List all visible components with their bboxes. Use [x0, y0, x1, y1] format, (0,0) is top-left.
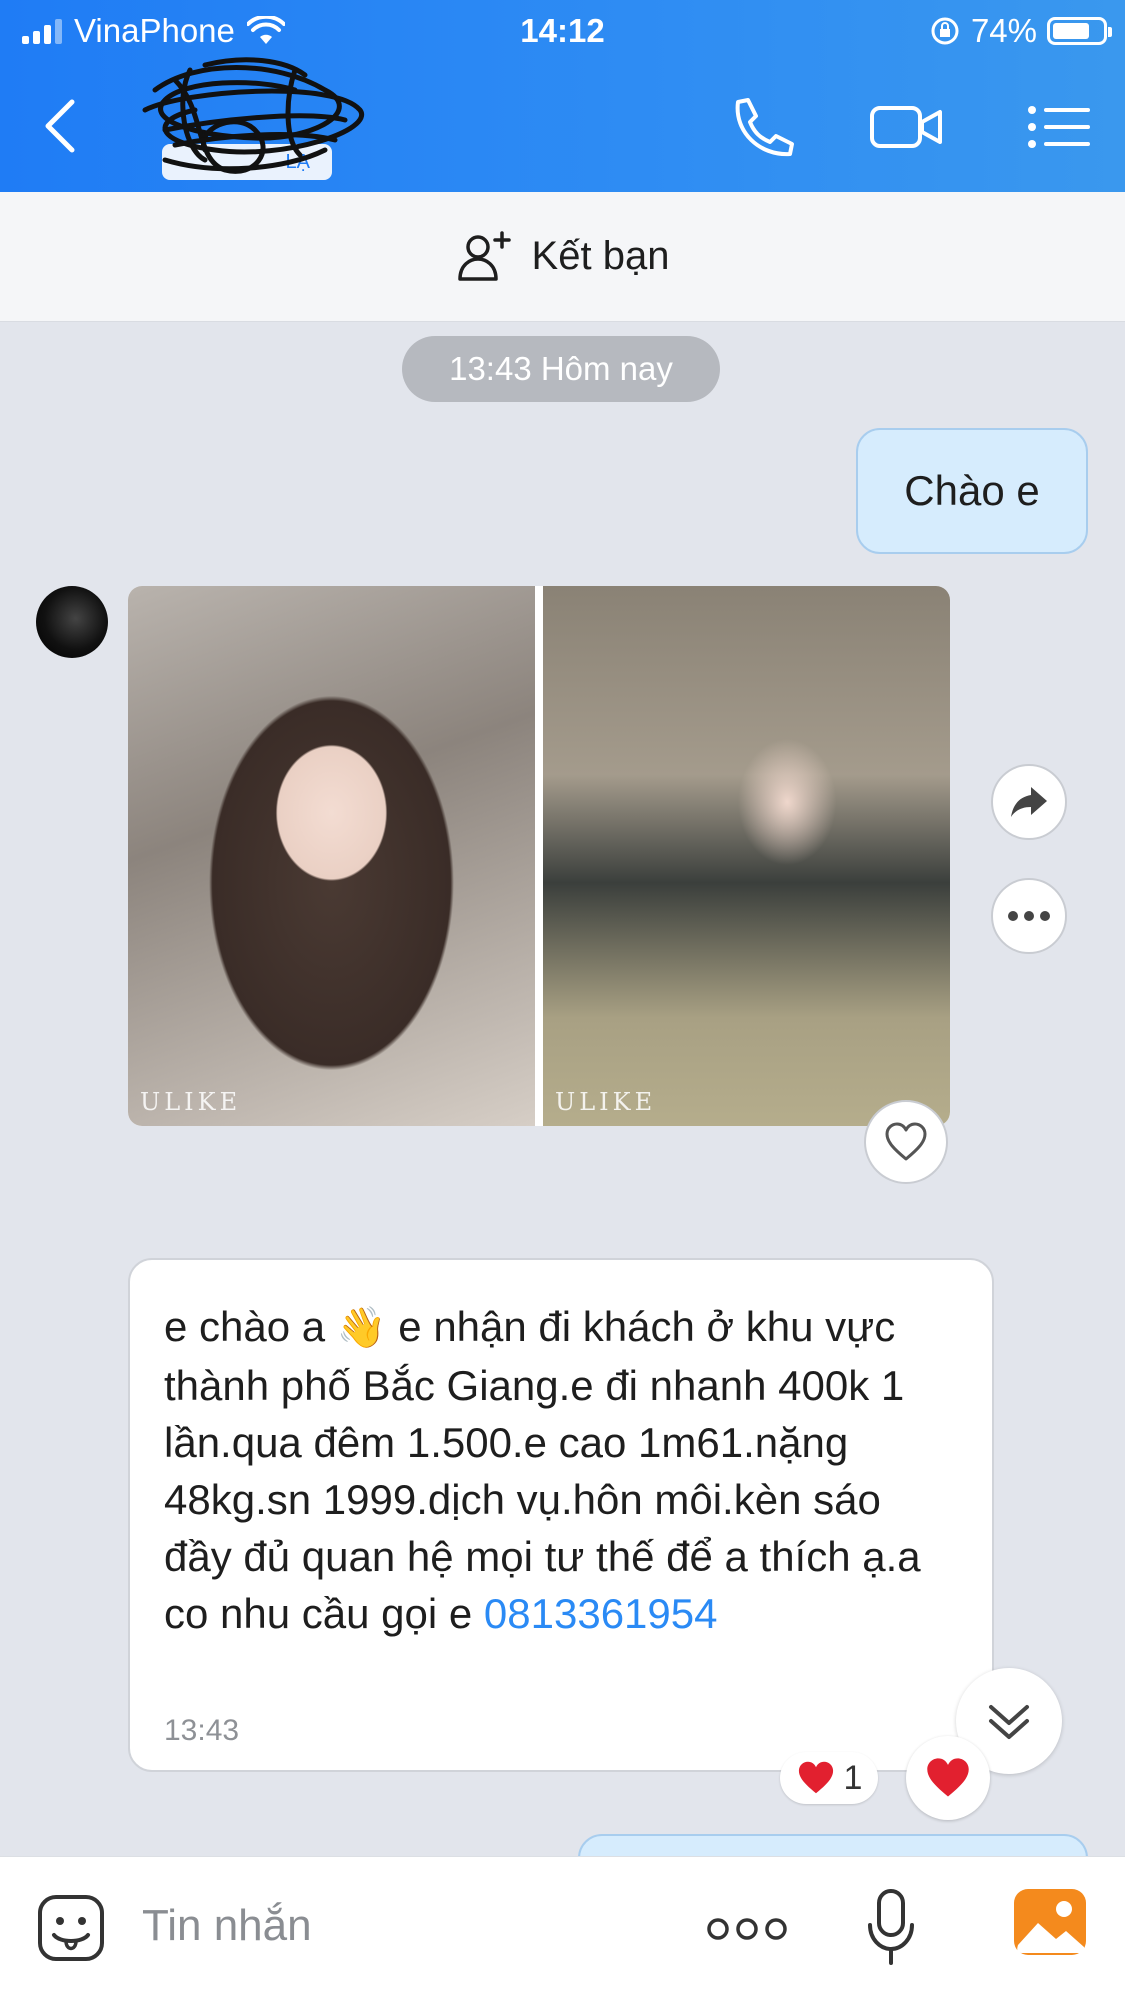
- message-text-part: e chào a: [164, 1303, 326, 1350]
- video-call-icon[interactable]: [866, 92, 946, 162]
- forward-button[interactable]: [991, 764, 1067, 840]
- back-icon[interactable]: [40, 96, 80, 156]
- waving-hand-emoji: 👋: [336, 1306, 387, 1350]
- forward-icon: [1011, 787, 1047, 817]
- image-icon[interactable]: [1012, 1887, 1088, 1959]
- battery-icon: [1047, 17, 1112, 45]
- more-actions-icon[interactable]: [706, 1915, 788, 1943]
- message-text: Chào e: [904, 467, 1040, 514]
- photo-message[interactable]: ULIKE ULIKE: [128, 586, 950, 1126]
- photo-1[interactable]: ULIKE: [128, 586, 535, 1126]
- message-time: 13:43: [164, 1714, 240, 1747]
- menu-icon[interactable]: [1022, 92, 1102, 162]
- heart-icon: [927, 1758, 969, 1797]
- reaction-summary[interactable]: 1: [780, 1752, 878, 1804]
- message-input[interactable]: Tin nhắn: [142, 1901, 312, 1951]
- phone-icon[interactable]: [720, 92, 800, 162]
- add-friend-icon: [457, 230, 511, 281]
- photo-watermark: ULIKE: [140, 1088, 242, 1116]
- more-options-button[interactable]: [991, 878, 1067, 954]
- message-input-bar: Tin nhắn: [0, 1856, 1125, 2001]
- heart-react-button[interactable]: [906, 1736, 990, 1820]
- battery-percent: 74%: [970, 12, 1037, 49]
- rotation-lock-icon: [931, 17, 959, 45]
- message-text-part: e nhận đi khách ở khu vực thành phố Bắc …: [164, 1303, 933, 1637]
- avatar[interactable]: [36, 586, 108, 658]
- microphone-icon[interactable]: [866, 1887, 916, 1971]
- redacted-contact-name: [142, 57, 365, 174]
- message-text: e chào a 👋 e nhận đi khách ở khu vực thà…: [164, 1298, 958, 1642]
- add-friend-label: Kết bạn: [531, 234, 670, 278]
- chat-header: VinaPhone 14:12 74% LẠ: [0, 0, 1125, 192]
- date-separator: 13:43 Hôm nay: [402, 336, 720, 402]
- double-chevron-down-icon: [989, 1705, 1029, 1739]
- more-icon: [1008, 911, 1050, 921]
- react-button[interactable]: [864, 1100, 948, 1184]
- heart-outline-icon: [885, 1122, 927, 1161]
- photo-2[interactable]: ULIKE: [543, 586, 950, 1126]
- phone-number-link[interactable]: 0813361954: [484, 1590, 718, 1637]
- add-friend-bar[interactable]: Kết bạn: [0, 192, 1125, 322]
- photo-watermark: ULIKE: [555, 1088, 657, 1116]
- battery-fill: [1053, 23, 1089, 39]
- heart-icon: [798, 1761, 833, 1794]
- status-right: 74%: [929, 12, 1112, 50]
- incoming-message[interactable]: e chào a 👋 e nhận đi khách ở khu vực thà…: [128, 1258, 994, 1772]
- outgoing-message[interactable]: Chào e: [856, 428, 1088, 554]
- reaction-count: 1: [843, 1758, 863, 1797]
- sticker-icon[interactable]: [36, 1893, 106, 1965]
